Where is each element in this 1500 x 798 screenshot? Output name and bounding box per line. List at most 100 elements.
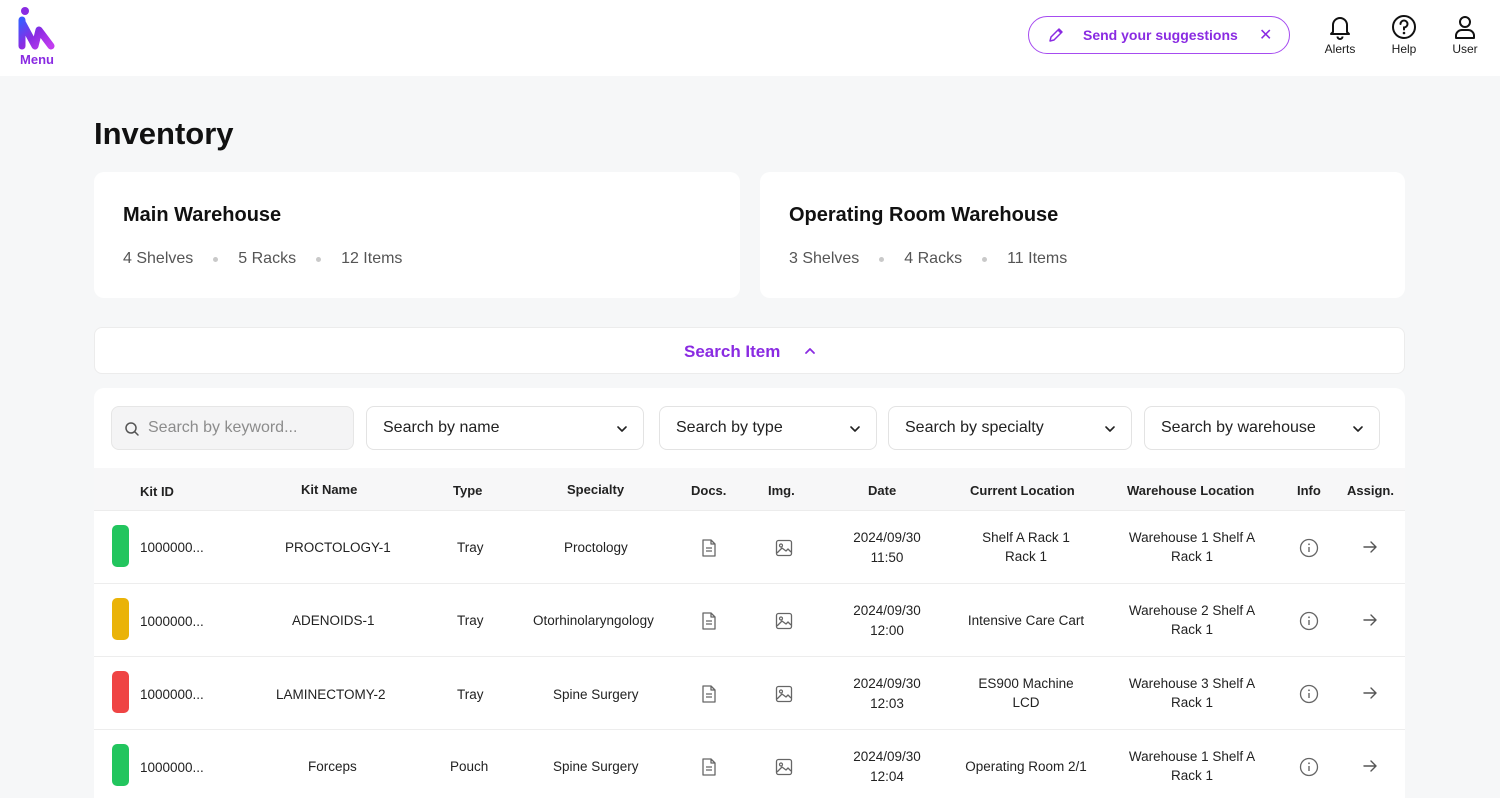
warehouse-location: Warehouse 3 Shelf A: [1128, 676, 1256, 691]
chevron-down-icon: [617, 426, 627, 432]
shelves-count: 4 Shelves: [123, 250, 194, 267]
kit-id: 1000000...: [140, 760, 204, 775]
chevron-down-icon: [1105, 426, 1115, 432]
image-icon[interactable]: [775, 539, 793, 557]
document-icon[interactable]: [701, 685, 717, 703]
date-line: 2024/09/30: [853, 676, 921, 691]
column-current-location[interactable]: Current Location: [970, 483, 1075, 498]
image-icon[interactable]: [775, 685, 793, 703]
column-docs[interactable]: Docs.: [691, 483, 726, 498]
arrow-right-icon[interactable]: [1362, 612, 1378, 628]
racks-count: 4 Racks: [904, 250, 963, 267]
menu-button[interactable]: Menu: [14, 6, 60, 72]
name-select-value: Search by name: [383, 419, 500, 436]
status-indicator: [112, 525, 129, 567]
status-indicator: [112, 598, 129, 640]
column-kit-id[interactable]: Kit ID: [140, 484, 174, 499]
table-row[interactable]: 1000000... LAMINECTOMY-2 Tray Spine Surg…: [94, 657, 1405, 730]
specialty-select-value: Search by specialty: [905, 419, 1044, 436]
app-logo-icon: [18, 7, 55, 50]
separator-dot: [982, 256, 988, 262]
help-button[interactable]: Help: [1376, 14, 1432, 58]
time-line: 12:00: [870, 623, 904, 638]
status-indicator: [112, 671, 129, 713]
document-icon[interactable]: [701, 539, 717, 557]
column-warehouse-location[interactable]: Warehouse Location: [1127, 483, 1254, 498]
bell-icon: [1330, 17, 1350, 40]
warehouse-location: Warehouse 1 Shelf A: [1128, 749, 1256, 764]
racks-count: 5 Racks: [238, 250, 297, 267]
table-row[interactable]: 1000000... Forceps Pouch Spine Surgery 2…: [94, 730, 1405, 798]
search-icon: [125, 422, 139, 436]
items-count: 12 Items: [341, 250, 403, 267]
warehouse-location: Warehouse 1 Shelf A: [1128, 530, 1256, 545]
name-select[interactable]: Search by name: [366, 406, 644, 450]
column-type[interactable]: Type: [453, 483, 482, 498]
table-row[interactable]: 1000000... PROCTOLOGY-1 Tray Proctology …: [94, 511, 1405, 584]
warehouse-card[interactable]: Operating Room Warehouse 3 Shelves 4 Rac…: [760, 172, 1405, 298]
image-icon[interactable]: [775, 758, 793, 776]
kit-type: Tray: [457, 687, 484, 702]
time-line: 11:50: [870, 550, 904, 565]
column-info[interactable]: Info: [1297, 483, 1321, 498]
user-label: User: [1452, 42, 1478, 56]
help-label: Help: [1391, 42, 1417, 56]
kit-name: LAMINECTOMY-2: [276, 687, 386, 702]
warehouse-select[interactable]: Search by warehouse: [1144, 406, 1380, 450]
column-date[interactable]: Date: [868, 483, 896, 498]
user-button[interactable]: User: [1437, 14, 1493, 58]
items-count: 11 Items: [1007, 250, 1068, 267]
kit-name: Forceps: [308, 759, 357, 774]
close-suggestions-icon[interactable]: ✕: [1259, 25, 1272, 45]
info-icon[interactable]: [1299, 611, 1319, 631]
kit-specialty: Proctology: [564, 540, 628, 555]
warehouse-name: Main Warehouse: [123, 204, 282, 226]
warehouse-stats: 3 Shelves 4 Racks 11 Items: [789, 250, 1067, 268]
warehouse-location-line2: Rack 1: [1170, 695, 1214, 710]
pencil-icon: [1049, 28, 1063, 42]
info-icon[interactable]: [1299, 684, 1319, 704]
column-assign[interactable]: Assign.: [1347, 483, 1394, 498]
arrow-right-icon[interactable]: [1362, 685, 1378, 701]
user-icon: [1455, 16, 1475, 39]
arrow-right-icon[interactable]: [1362, 758, 1378, 774]
status-indicator: [112, 744, 129, 786]
column-kit-name[interactable]: Kit Name: [301, 482, 357, 497]
kit-type: Tray: [457, 540, 484, 555]
current-location-line2: LCD: [1012, 695, 1040, 710]
chevron-up-icon: [805, 348, 815, 354]
search-item-toggle[interactable]: Search Item: [94, 327, 1405, 374]
keyword-search-input[interactable]: [148, 417, 348, 439]
table-row[interactable]: 1000000... ADENOIDS-1 Tray Otorhinolaryn…: [94, 584, 1405, 657]
column-img[interactable]: Img.: [768, 483, 795, 498]
info-icon[interactable]: [1299, 757, 1319, 777]
separator-dot: [316, 256, 322, 262]
current-location-line2: Rack 1: [1004, 549, 1048, 564]
document-icon[interactable]: [701, 612, 717, 630]
date-line: 2024/09/30: [853, 530, 921, 545]
page-title: Inventory: [94, 116, 234, 151]
alerts-button[interactable]: Alerts: [1312, 14, 1368, 58]
type-select-value: Search by type: [676, 419, 783, 436]
keyword-search-box[interactable]: [111, 406, 354, 450]
suggestions-button[interactable]: Send your suggestions ✕: [1028, 16, 1290, 54]
column-specialty[interactable]: Specialty: [567, 482, 624, 497]
warehouse-card[interactable]: Main Warehouse 4 Shelves 5 Racks 12 Item…: [94, 172, 740, 298]
type-select[interactable]: Search by type: [659, 406, 877, 450]
arrow-right-icon[interactable]: [1362, 539, 1378, 555]
kit-specialty: Otorhinolaryngology: [533, 613, 654, 628]
kit-specialty: Spine Surgery: [553, 759, 639, 774]
time-line: 12:04: [870, 769, 904, 784]
warehouse-name: Operating Room Warehouse: [789, 204, 1059, 226]
search-item-label: Search Item: [684, 342, 781, 361]
warehouse-location-line2: Rack 1: [1170, 622, 1214, 637]
alerts-label: Alerts: [1324, 42, 1356, 56]
current-location: Shelf A Rack 1: [982, 530, 1070, 545]
specialty-select[interactable]: Search by specialty: [888, 406, 1132, 450]
menu-label: Menu: [20, 52, 54, 67]
info-icon[interactable]: [1299, 538, 1319, 558]
kit-id: 1000000...: [140, 540, 204, 555]
image-icon[interactable]: [775, 612, 793, 630]
warehouse-stats: 4 Shelves 5 Racks 12 Items: [123, 250, 402, 268]
document-icon[interactable]: [701, 758, 717, 776]
